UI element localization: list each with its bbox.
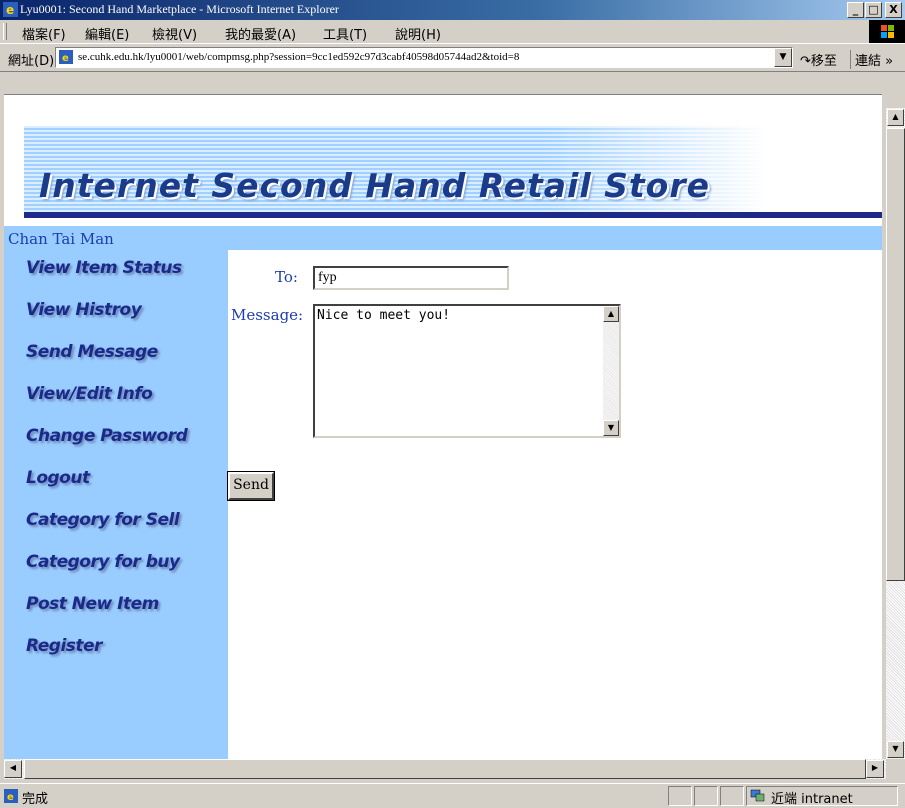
nav-register[interactable]: Register — [26, 636, 102, 656]
message-text: Nice to meet you! — [317, 308, 451, 323]
page-horizontal-scroll-thumb[interactable] — [24, 759, 866, 779]
window-title: Lyu0001: Second Hand Marketplace - Micro… — [20, 2, 339, 16]
links-button[interactable]: 連結 » — [850, 50, 893, 69]
address-input[interactable]: e se.cuhk.edu.hk/lyu0001/web/compmsg.php… — [55, 47, 793, 68]
zone-pane: 近端 intranet — [746, 786, 898, 807]
nav-view-item-status[interactable]: View Item Status — [26, 258, 182, 278]
page-scroll-up-icon[interactable]: ▲ — [887, 109, 904, 126]
address-dropdown-button[interactable]: ▼ — [774, 48, 792, 67]
nav-category-for-buy[interactable]: Category for buy — [26, 552, 180, 572]
scroll-up-icon[interactable]: ▲ — [603, 306, 619, 322]
go-arrow-icon: ↷ — [800, 54, 811, 69]
svg-text:e: e — [62, 53, 69, 64]
page-vertical-scroll-thumb[interactable] — [886, 128, 905, 581]
username: Chan Tai Man — [8, 230, 114, 248]
address-bar: 網址(D) e se.cuhk.edu.hk/lyu0001/web/compm… — [0, 43, 905, 72]
svg-text:e: e — [6, 3, 14, 17]
nav-change-password[interactable]: Change Password — [26, 426, 188, 446]
page-viewport: Internet Second Hand Retail Store Chan T… — [4, 108, 882, 759]
address-label: 網址(D) — [8, 54, 55, 69]
status-text: 完成 — [22, 792, 49, 807]
sidebar: View Item Status View Histroy Send Messa… — [4, 250, 228, 759]
page-icon: e — [59, 50, 73, 64]
nav-view-history[interactable]: View Histroy — [26, 300, 142, 320]
ie-logo-icon: e — [3, 2, 18, 17]
page-done-icon: e — [4, 789, 18, 803]
message-scrollbar[interactable]: ▲ ▼ — [603, 306, 619, 436]
nav-post-new-item[interactable]: Post New Item — [26, 594, 159, 614]
page-scroll-down-icon[interactable]: ▼ — [887, 741, 904, 758]
menu-file[interactable]: 檔案(F) — [22, 24, 66, 43]
maximize-button[interactable]: □ — [865, 2, 882, 18]
window-title-bar[interactable]: e Lyu0001: Second Hand Marketplace - Mic… — [0, 0, 905, 20]
to-label: To: — [275, 268, 298, 286]
status-bar: e 完成 近端 intranet — [0, 783, 905, 808]
go-button[interactable]: ↷移至 — [800, 50, 837, 69]
menu-favorites[interactable]: 我的最愛(A) — [225, 24, 296, 43]
nav-send-message[interactable]: Send Message — [26, 342, 158, 362]
toolbar-grip[interactable] — [3, 23, 7, 40]
menu-view[interactable]: 檢視(V) — [152, 24, 197, 43]
page-scroll-left-icon[interactable]: ◀ — [4, 760, 22, 778]
menu-tools[interactable]: 工具(T) — [323, 24, 367, 43]
page-scroll-right-icon[interactable]: ▶ — [866, 760, 884, 778]
status-pane — [668, 786, 692, 806]
scroll-down-icon[interactable]: ▼ — [603, 420, 619, 436]
user-strip: Chan Tai Man — [4, 226, 882, 250]
message-label: Message: — [231, 306, 304, 324]
windows-logo-icon — [869, 20, 905, 43]
address-url: se.cuhk.edu.hk/lyu0001/web/compmsg.php?s… — [78, 51, 520, 63]
banner-title: Internet Second Hand Retail Store — [39, 166, 710, 205]
close-button[interactable]: X — [885, 2, 902, 18]
go-label: 移至 — [810, 54, 837, 69]
nav-category-for-sell[interactable]: Category for Sell — [26, 510, 180, 530]
page-horizontal-scrollbar[interactable]: ◀ ▶ — [4, 759, 886, 779]
nav-view-edit-info[interactable]: View/Edit Info — [26, 384, 153, 404]
zone-text: 近端 intranet — [771, 792, 853, 807]
minimize-button[interactable]: _ — [847, 2, 864, 18]
nav-logout[interactable]: Logout — [26, 468, 90, 488]
menu-edit[interactable]: 編輯(E) — [85, 24, 129, 43]
message-textarea[interactable]: Nice to meet you! ▲ ▼ — [313, 304, 621, 438]
toolbar-spacer — [0, 76, 905, 109]
status-pane — [694, 786, 718, 806]
status-pane — [720, 786, 744, 806]
site-banner: Internet Second Hand Retail Store — [24, 126, 882, 226]
menu-help[interactable]: 說明(H) — [395, 24, 441, 43]
send-button[interactable]: Send — [227, 471, 275, 501]
banner-rule — [24, 212, 882, 218]
scroll-corner — [886, 759, 905, 779]
to-field[interactable]: fyp — [313, 266, 509, 290]
svg-text:e: e — [7, 792, 14, 803]
menu-bar: 檔案(F) 編輯(E) 檢視(V) 我的最愛(A) 工具(T) 說明(H) — [0, 20, 905, 44]
intranet-zone-icon — [750, 789, 765, 802]
page-vertical-scrollbar[interactable]: ▲ ▼ — [886, 108, 905, 759]
